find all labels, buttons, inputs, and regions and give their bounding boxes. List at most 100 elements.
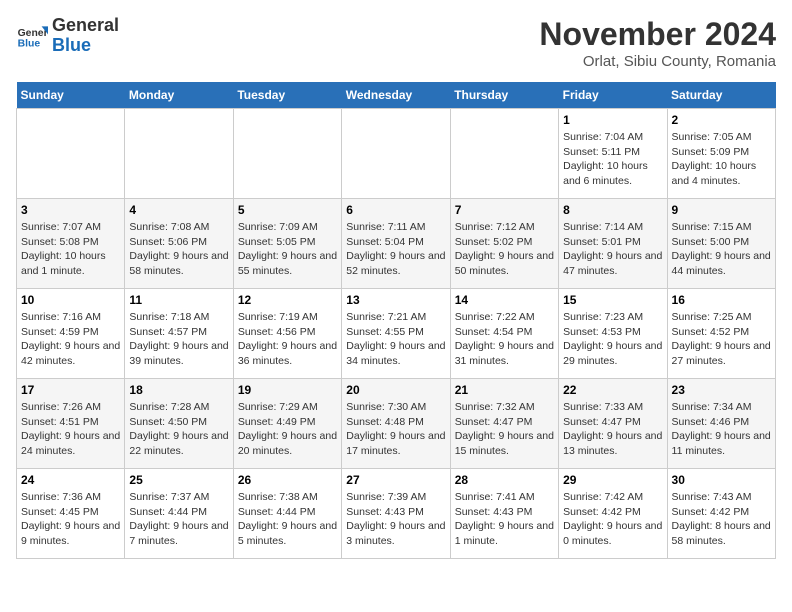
day-number: 23 (672, 383, 771, 397)
day-info: Sunrise: 7:12 AM Sunset: 5:02 PM Dayligh… (455, 220, 554, 279)
calendar-cell: 25 Sunrise: 7:37 AM Sunset: 4:44 PM Dayli… (125, 469, 233, 559)
weekday-header-tuesday: Tuesday (233, 82, 341, 109)
calendar-cell: 2 Sunrise: 7:05 AM Sunset: 5:09 PM Daylig… (667, 109, 775, 199)
calendar-cell: 29 Sunrise: 7:42 AM Sunset: 4:42 PM Dayli… (559, 469, 667, 559)
day-info: Sunrise: 7:19 AM Sunset: 4:56 PM Dayligh… (238, 310, 337, 369)
day-info: Sunrise: 7:22 AM Sunset: 4:54 PM Dayligh… (455, 310, 554, 369)
svg-text:General: General (18, 28, 48, 39)
day-info: Sunrise: 7:43 AM Sunset: 4:42 PM Dayligh… (672, 490, 771, 549)
calendar-cell: 16Sunrise: 7:25 AM Sunset: 4:52 PM Dayli… (667, 289, 775, 379)
day-info: Sunrise: 7:04 AM Sunset: 5:11 PM Dayligh… (563, 130, 662, 189)
calendar-cell: 13 Sunrise: 7:21 AM Sunset: 4:55 PM Dayli… (342, 289, 450, 379)
day-number: 25 (129, 473, 228, 487)
calendar-cell: 24Sunrise: 7:36 AM Sunset: 4:45 PM Dayli… (17, 469, 125, 559)
calendar-cell: 20Sunrise: 7:30 AM Sunset: 4:48 PM Dayli… (342, 379, 450, 469)
day-info: Sunrise: 7:29 AM Sunset: 4:49 PM Dayligh… (238, 400, 337, 459)
day-number: 9 (672, 203, 771, 217)
day-info: Sunrise: 7:33 AM Sunset: 4:47 PM Dayligh… (563, 400, 662, 459)
day-number: 2 (672, 113, 771, 127)
weekday-header-saturday: Saturday (667, 82, 775, 109)
day-number: 11 (129, 293, 228, 307)
calendar-cell (450, 109, 558, 199)
week-row-4: 17Sunrise: 7:26 AM Sunset: 4:51 PM Dayli… (17, 379, 776, 469)
day-info: Sunrise: 7:36 AM Sunset: 4:45 PM Dayligh… (21, 490, 120, 549)
calendar-cell: 7 Sunrise: 7:12 AM Sunset: 5:02 PM Daylig… (450, 199, 558, 289)
calendar-cell: 6Sunrise: 7:11 AM Sunset: 5:04 PM Daylig… (342, 199, 450, 289)
day-info: Sunrise: 7:42 AM Sunset: 4:42 PM Dayligh… (563, 490, 662, 549)
day-info: Sunrise: 7:21 AM Sunset: 4:55 PM Dayligh… (346, 310, 445, 369)
day-info: Sunrise: 7:37 AM Sunset: 4:44 PM Dayligh… (129, 490, 228, 549)
calendar-cell: 11 Sunrise: 7:18 AM Sunset: 4:57 PM Dayli… (125, 289, 233, 379)
day-info: Sunrise: 7:41 AM Sunset: 4:43 PM Dayligh… (455, 490, 554, 549)
week-row-5: 24Sunrise: 7:36 AM Sunset: 4:45 PM Dayli… (17, 469, 776, 559)
svg-text:Blue: Blue (18, 38, 41, 49)
calendar-cell: 4Sunrise: 7:08 AM Sunset: 5:06 PM Daylig… (125, 199, 233, 289)
calendar-cell: 22 Sunrise: 7:33 AM Sunset: 4:47 PM Dayli… (559, 379, 667, 469)
day-info: Sunrise: 7:16 AM Sunset: 4:59 PM Dayligh… (21, 310, 120, 369)
calendar-cell: 9 Sunrise: 7:15 AM Sunset: 5:00 PM Daylig… (667, 199, 775, 289)
day-info: Sunrise: 7:25 AM Sunset: 4:52 PM Dayligh… (672, 310, 771, 369)
calendar-cell: 3Sunrise: 7:07 AM Sunset: 5:08 PM Daylig… (17, 199, 125, 289)
day-number: 1 (563, 113, 662, 127)
calendar-cell: 10Sunrise: 7:16 AM Sunset: 4:59 PM Dayli… (17, 289, 125, 379)
day-number: 26 (238, 473, 337, 487)
calendar-cell (17, 109, 125, 199)
day-number: 7 (455, 203, 554, 217)
day-number: 27 (346, 473, 445, 487)
calendar-cell: 26 Sunrise: 7:38 AM Sunset: 4:44 PM Dayli… (233, 469, 341, 559)
calendar-cell: 14 Sunrise: 7:22 AM Sunset: 4:54 PM Dayli… (450, 289, 558, 379)
day-number: 14 (455, 293, 554, 307)
day-number: 22 (563, 383, 662, 397)
calendar-cell: 19 Sunrise: 7:29 AM Sunset: 4:49 PM Dayli… (233, 379, 341, 469)
logo-icon: General Blue (16, 20, 48, 52)
day-info: Sunrise: 7:18 AM Sunset: 4:57 PM Dayligh… (129, 310, 228, 369)
week-row-3: 10Sunrise: 7:16 AM Sunset: 4:59 PM Dayli… (17, 289, 776, 379)
calendar-cell: 1 Sunrise: 7:04 AM Sunset: 5:11 PM Daylig… (559, 109, 667, 199)
weekday-header-sunday: Sunday (17, 82, 125, 109)
day-number: 17 (21, 383, 120, 397)
week-row-1: 1 Sunrise: 7:04 AM Sunset: 5:11 PM Daylig… (17, 109, 776, 199)
calendar-cell: 23 Sunrise: 7:34 AM Sunset: 4:46 PM Dayli… (667, 379, 775, 469)
day-info: Sunrise: 7:09 AM Sunset: 5:05 PM Dayligh… (238, 220, 337, 279)
day-number: 21 (455, 383, 554, 397)
calendar-cell: 12Sunrise: 7:19 AM Sunset: 4:56 PM Dayli… (233, 289, 341, 379)
day-number: 28 (455, 473, 554, 487)
day-info: Sunrise: 7:39 AM Sunset: 4:43 PM Dayligh… (346, 490, 445, 549)
calendar-cell (342, 109, 450, 199)
logo-general-text: General (52, 15, 119, 35)
calendar-cell: 8 Sunrise: 7:14 AM Sunset: 5:01 PM Daylig… (559, 199, 667, 289)
day-number: 19 (238, 383, 337, 397)
location: Orlat, Sibiu County, Romania (539, 53, 776, 70)
day-number: 29 (563, 473, 662, 487)
day-info: Sunrise: 7:38 AM Sunset: 4:44 PM Dayligh… (238, 490, 337, 549)
logo-blue-text: Blue (52, 35, 91, 55)
day-info: Sunrise: 7:05 AM Sunset: 5:09 PM Dayligh… (672, 130, 771, 189)
calendar-cell: 30 Sunrise: 7:43 AM Sunset: 4:42 PM Dayli… (667, 469, 775, 559)
week-row-2: 3Sunrise: 7:07 AM Sunset: 5:08 PM Daylig… (17, 199, 776, 289)
day-number: 15 (563, 293, 662, 307)
day-info: Sunrise: 7:15 AM Sunset: 5:00 PM Dayligh… (672, 220, 771, 279)
day-info: Sunrise: 7:07 AM Sunset: 5:08 PM Dayligh… (21, 220, 120, 279)
day-info: Sunrise: 7:34 AM Sunset: 4:46 PM Dayligh… (672, 400, 771, 459)
day-number: 30 (672, 473, 771, 487)
day-info: Sunrise: 7:30 AM Sunset: 4:48 PM Dayligh… (346, 400, 445, 459)
calendar-cell: 15 Sunrise: 7:23 AM Sunset: 4:53 PM Dayli… (559, 289, 667, 379)
logo: General Blue General Blue (16, 16, 119, 56)
day-info: Sunrise: 7:14 AM Sunset: 5:01 PM Dayligh… (563, 220, 662, 279)
calendar-cell (233, 109, 341, 199)
day-info: Sunrise: 7:11 AM Sunset: 5:04 PM Dayligh… (346, 220, 445, 279)
calendar-table: SundayMondayTuesdayWednesdayThursdayFrid… (16, 82, 776, 559)
weekday-header-row: SundayMondayTuesdayWednesdayThursdayFrid… (17, 82, 776, 109)
calendar-cell (125, 109, 233, 199)
day-info: Sunrise: 7:32 AM Sunset: 4:47 PM Dayligh… (455, 400, 554, 459)
weekday-header-wednesday: Wednesday (342, 82, 450, 109)
day-number: 18 (129, 383, 228, 397)
month-year: November 2024 (539, 16, 776, 53)
calendar-cell: 17Sunrise: 7:26 AM Sunset: 4:51 PM Dayli… (17, 379, 125, 469)
day-number: 5 (238, 203, 337, 217)
day-number: 13 (346, 293, 445, 307)
calendar-cell: 5 Sunrise: 7:09 AM Sunset: 5:05 PM Daylig… (233, 199, 341, 289)
calendar-cell: 27 Sunrise: 7:39 AM Sunset: 4:43 PM Dayli… (342, 469, 450, 559)
day-info: Sunrise: 7:23 AM Sunset: 4:53 PM Dayligh… (563, 310, 662, 369)
day-number: 8 (563, 203, 662, 217)
